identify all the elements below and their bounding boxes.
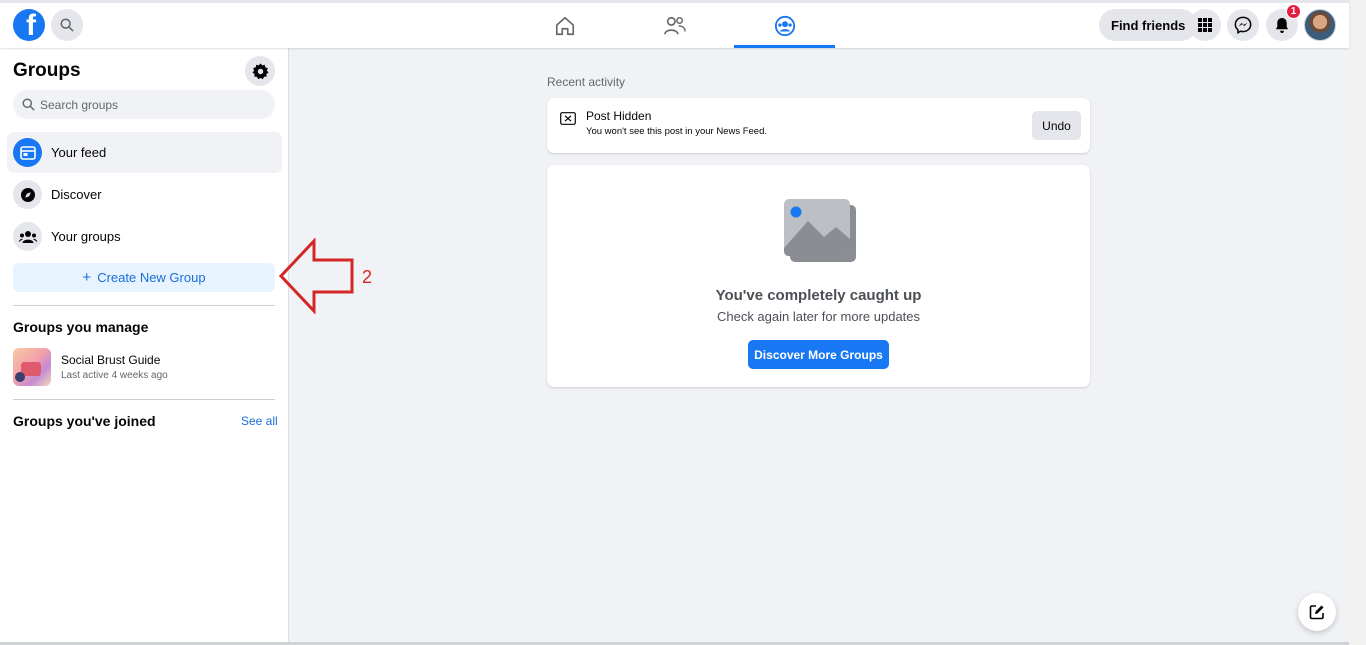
caught-up-title: You've completely caught up [715, 287, 922, 304]
new-message-button[interactable] [1298, 593, 1336, 631]
tab-friends[interactable] [624, 3, 725, 48]
settings-button[interactable] [245, 56, 275, 86]
see-all-link[interactable]: See all [241, 414, 278, 428]
facebook-logo-letter: f [26, 9, 36, 41]
gear-icon [251, 62, 269, 79]
top-navigation-bar: f Find friends 1 [0, 0, 1349, 48]
compose-icon [1309, 605, 1324, 620]
post-hidden-title: Post Hidden [586, 109, 652, 123]
managed-group-item[interactable]: Social Brust Guide Last active 4 weeks a… [13, 347, 275, 387]
search-groups-box [13, 90, 275, 119]
plus-icon: + [82, 269, 92, 286]
post-hidden-subtitle: You won't see this post in your News Fee… [586, 126, 768, 137]
home-icon [555, 16, 574, 35]
annotation-arrow-icon [279, 238, 354, 314]
groups-icon [774, 15, 795, 36]
groups-you-manage-heading: Groups you manage [13, 319, 149, 335]
create-new-group-button[interactable]: + Create New Group [13, 263, 275, 292]
sidebar-item-your-groups[interactable]: Your groups [7, 216, 282, 257]
group-thumbnail [13, 348, 51, 386]
sidebar-item-label: Your groups [51, 229, 121, 244]
discover-more-groups-button[interactable]: Discover More Groups [748, 340, 889, 369]
groups-sidebar: Groups Your feed Discover Your groups + … [0, 48, 289, 645]
messenger-button[interactable] [1227, 9, 1259, 41]
notification-badge: 1 [1286, 4, 1301, 19]
grid-menu-icon [1198, 18, 1212, 32]
sidebar-item-discover[interactable]: Discover [7, 174, 282, 215]
feed-icon [13, 138, 42, 167]
divider [13, 305, 275, 306]
group-last-active: Last active 4 weeks ago [61, 370, 168, 381]
caught-up-card: You've completely caught up Check again … [547, 165, 1090, 387]
divider [13, 399, 275, 400]
find-friends-button[interactable]: Find friends [1099, 9, 1198, 41]
tab-groups[interactable] [734, 3, 835, 48]
create-new-group-label: Create New Group [97, 270, 206, 285]
search-icon [60, 18, 74, 32]
groups-icon [13, 222, 42, 251]
sidebar-item-label: Your feed [51, 145, 107, 160]
facebook-logo[interactable]: f [13, 9, 45, 41]
compass-icon [13, 180, 42, 209]
hidden-post-icon [560, 112, 576, 125]
search-button[interactable] [51, 9, 83, 41]
photo-placeholder-icon [784, 199, 856, 262]
recent-activity-label: Recent activity [547, 75, 626, 89]
scrollbar[interactable] [1349, 0, 1366, 645]
search-icon [22, 98, 35, 111]
friends-icon [663, 16, 686, 34]
group-text: Social Brust Guide Last active 4 weeks a… [61, 353, 168, 381]
caught-up-subtitle: Check again later for more updates [716, 309, 921, 324]
profile-avatar[interactable] [1304, 9, 1336, 41]
annotation-number: 2 [362, 267, 373, 287]
post-hidden-card: Post Hidden You won't see this post in y… [547, 98, 1090, 153]
groups-joined-heading: Groups you've joined [13, 413, 156, 429]
sidebar-item-label: Discover [51, 187, 102, 202]
bell-icon [1275, 17, 1289, 33]
sidebar-item-your-feed[interactable]: Your feed [7, 132, 282, 173]
tab-home[interactable] [514, 3, 615, 48]
menu-button[interactable] [1189, 9, 1221, 41]
page-title: Groups [13, 60, 81, 81]
messenger-icon [1234, 16, 1252, 34]
search-groups-input[interactable] [40, 97, 260, 112]
undo-button[interactable]: Undo [1032, 111, 1081, 140]
group-name: Social Brust Guide [61, 353, 161, 367]
